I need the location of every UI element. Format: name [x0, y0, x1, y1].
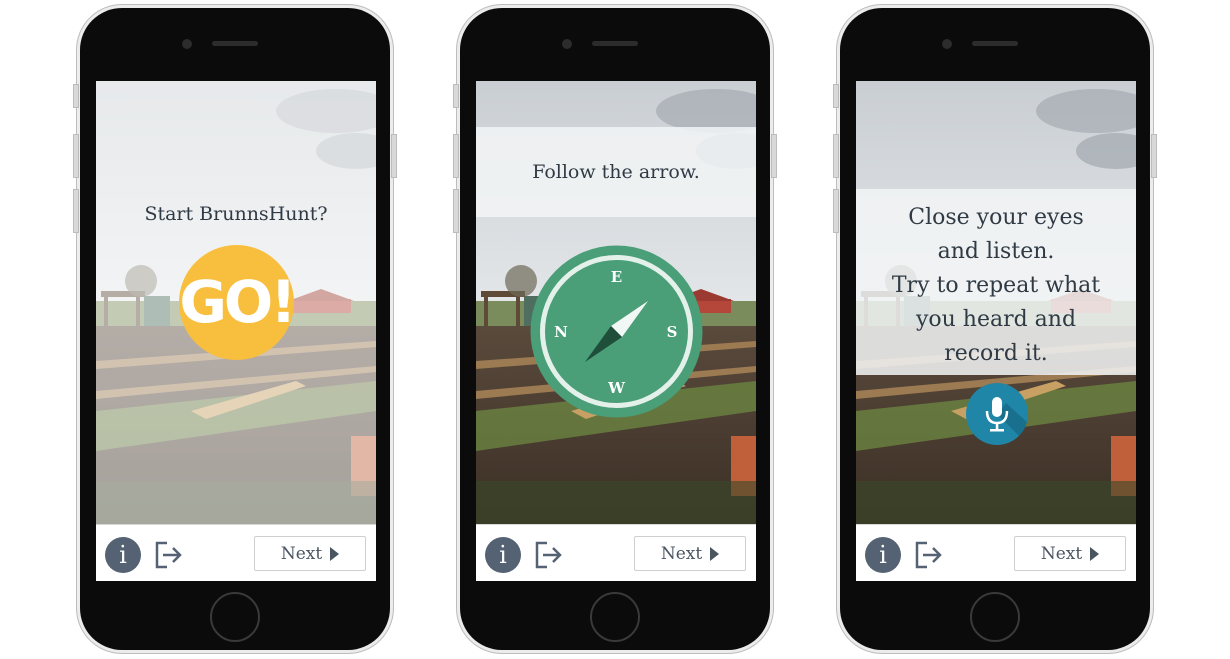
bottom-bar: i Next [856, 524, 1136, 581]
next-button-label: Next [1040, 543, 1083, 564]
home-button[interactable] [590, 592, 640, 642]
home-button[interactable] [210, 592, 260, 642]
earpiece-speaker [212, 41, 258, 46]
side-button [73, 134, 79, 178]
next-button-label: Next [660, 543, 703, 564]
side-button [1151, 134, 1157, 178]
side-button [391, 134, 397, 178]
side-button [833, 84, 839, 108]
start-prompt: Start BrunnsHunt? [144, 203, 328, 225]
app-screen-start: Start BrunnsHunt? GO! i Next [96, 81, 376, 581]
info-button[interactable]: i [485, 537, 521, 573]
bottom-bar: i Next [476, 524, 756, 581]
play-arrow-icon [330, 546, 340, 561]
app-screen-listen: Close your eyes and listen. Try to repea… [856, 81, 1136, 581]
compass-letter-top: E [611, 268, 622, 286]
next-button[interactable]: Next [254, 536, 366, 571]
prompt-line: Try to repeat what [891, 273, 1101, 298]
side-button [833, 189, 839, 233]
front-camera [562, 39, 572, 49]
side-button [73, 189, 79, 233]
front-camera [182, 39, 192, 49]
compass-letter-left: N [554, 323, 568, 341]
prompt-line: Close your eyes [908, 205, 1084, 230]
follow-prompt: Follow the arrow. [532, 161, 700, 183]
next-button-label: Next [280, 543, 323, 564]
side-button [453, 84, 459, 108]
phone-frame-3: Close your eyes and listen. Try to repea… [833, 4, 1157, 654]
bottom-bar: i Next [96, 524, 376, 581]
side-button [453, 189, 459, 233]
phone-frame-2: Follow the arrow. E N S W i Next [453, 4, 777, 654]
prompt-line: record it. [944, 341, 1048, 366]
listen-prompt: Close your eyes and listen. Try to repea… [856, 201, 1136, 371]
info-button[interactable]: i [865, 537, 901, 573]
side-button [73, 84, 79, 108]
prompt-line: you heard and [915, 307, 1077, 332]
prompt-line: and listen. [937, 239, 1055, 264]
side-button [453, 134, 459, 178]
compass-letter-right: S [667, 323, 678, 341]
next-button[interactable]: Next [1014, 536, 1126, 571]
record-button[interactable] [966, 383, 1028, 445]
exit-icon[interactable] [154, 540, 184, 570]
app-screen-compass: Follow the arrow. E N S W i Next [476, 81, 756, 581]
front-camera [942, 39, 952, 49]
play-arrow-icon [710, 546, 720, 561]
compass-icon: E N S W [530, 245, 703, 418]
side-button [771, 134, 777, 178]
earpiece-speaker [972, 41, 1018, 46]
phone-frame-1: Start BrunnsHunt? GO! i Next [73, 4, 397, 654]
go-button[interactable]: GO! [179, 245, 297, 360]
play-arrow-icon [1090, 546, 1100, 561]
next-button[interactable]: Next [634, 536, 746, 571]
info-button[interactable]: i [105, 537, 141, 573]
exit-icon[interactable] [914, 540, 944, 570]
home-button[interactable] [970, 592, 1020, 642]
side-button [833, 134, 839, 178]
exit-icon[interactable] [534, 540, 564, 570]
earpiece-speaker [592, 41, 638, 46]
compass-letter-bottom: W [607, 379, 626, 397]
microphone-icon [985, 397, 1028, 445]
